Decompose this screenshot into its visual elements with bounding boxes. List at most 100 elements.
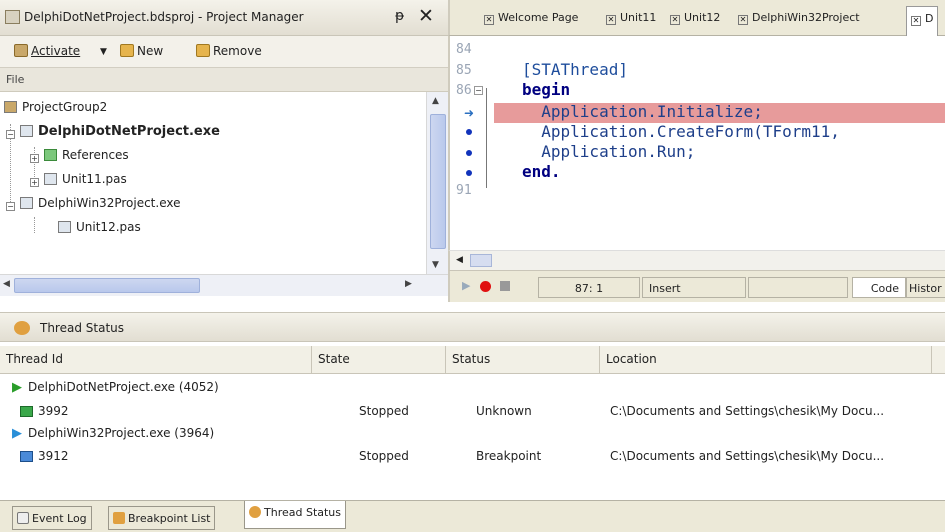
thread-id: 3912 [38, 449, 69, 463]
tree-item-references[interactable]: References [44, 148, 129, 162]
close-tab-icon[interactable]: ✕ [484, 15, 494, 25]
unit-file-icon [44, 173, 57, 185]
tab-event-log[interactable]: Event Log [12, 506, 92, 530]
tree-label: ProjectGroup2 [22, 100, 108, 114]
scrollbar-thumb[interactable] [430, 114, 446, 249]
tab-history[interactable]: Histor [906, 277, 945, 298]
code-line-89: Application.Run; [522, 142, 696, 161]
new-icon [120, 44, 134, 57]
tree-horizontal-scrollbar[interactable]: ◀ ▶ [0, 274, 448, 296]
line-number: 84 [456, 42, 472, 57]
tree-item-unit11[interactable]: Unit11.pas [44, 172, 127, 186]
scroll-down-icon[interactable]: ▼ [432, 260, 439, 270]
close-icon[interactable]: ✕ [418, 5, 434, 27]
code-editor[interactable]: 84 85 86 91 − ➜ [STAThread] begin Applic… [448, 36, 945, 250]
close-tab-icon[interactable]: ✕ [738, 15, 748, 25]
tree-item-projectgroup[interactable]: ProjectGroup2 [4, 100, 107, 114]
thread-status: Breakpoint [476, 449, 542, 463]
thread-location: C:\Documents and Settings\chesik\My Docu… [610, 449, 885, 463]
column-status[interactable]: Status [446, 346, 600, 374]
column-location[interactable]: Location [600, 346, 932, 374]
expand-icon[interactable]: + [30, 178, 39, 187]
process-name: DelphiDotNetProject.exe (4052) [28, 380, 219, 394]
editor-horizontal-scrollbar[interactable]: ◀ [448, 250, 945, 270]
tab-label: DelphiWin32Project [752, 11, 860, 24]
project-manager-toolbar: Activate ▼ New Remove [0, 36, 448, 68]
close-tab-icon[interactable]: ✕ [670, 15, 680, 25]
activate-button[interactable]: Activate [14, 44, 80, 58]
activate-dropdown-icon[interactable]: ▼ [100, 47, 107, 57]
activate-icon [14, 44, 28, 57]
pin-icon[interactable]: ᵽ [395, 8, 404, 24]
tab-unit11[interactable]: ✕ Unit11 [606, 11, 656, 25]
record-icon[interactable] [480, 281, 491, 292]
tree-vertical-scrollbar[interactable]: ▲ ▼ [426, 92, 448, 274]
remove-label: Remove [213, 44, 262, 58]
scroll-left-icon[interactable]: ◀ [456, 255, 463, 265]
file-label: File [6, 73, 25, 86]
collapse-icon[interactable]: − [6, 202, 15, 211]
play-icon[interactable]: ▶ [462, 279, 470, 292]
fold-line [486, 88, 492, 188]
column-state[interactable]: State [312, 346, 446, 374]
thread-status-title: Thread Status [40, 321, 125, 335]
thread-status-titlebar: Thread Status [0, 312, 945, 342]
tree-label: Unit11.pas [62, 172, 127, 186]
tab-label: Event Log [32, 512, 87, 525]
tree-label: References [62, 148, 129, 162]
thread-id: 3992 [38, 404, 69, 418]
thread-icon [20, 406, 33, 417]
tree-item-unit12[interactable]: Unit12.pas [58, 220, 141, 234]
breakpoint-dot-icon[interactable] [466, 129, 472, 135]
tab-code[interactable]: Code [852, 277, 906, 298]
tab-label: Breakpoint List [128, 512, 211, 525]
project-manager-title: DelphiDotNetProject.bdsproj - Project Ma… [24, 10, 304, 24]
tree-item-win32-project[interactable]: DelphiWin32Project.exe [20, 196, 180, 210]
remove-button[interactable]: Remove [196, 44, 262, 58]
table-row[interactable]: 3992 Stopped Unknown C:\Documents and Se… [20, 404, 945, 424]
thread-status: Unknown [476, 404, 532, 418]
event-log-icon [17, 512, 29, 524]
close-tab-icon[interactable]: ✕ [606, 15, 616, 25]
tab-active[interactable]: ✕ D [906, 6, 939, 36]
table-row[interactable]: ▶ DelphiDotNetProject.exe (4052) [12, 380, 219, 395]
scrollbar-thumb[interactable] [14, 278, 200, 293]
file-column-header: File [0, 68, 448, 92]
tree-item-dotnet-project[interactable]: DelphiDotNetProject.exe [20, 124, 220, 139]
expand-icon[interactable]: + [30, 154, 39, 163]
table-row[interactable]: 3912 Stopped Breakpoint C:\Documents and… [20, 449, 945, 469]
thread-state: Stopped [359, 449, 409, 463]
close-tab-icon[interactable]: ✕ [911, 16, 921, 26]
fold-icon[interactable]: − [474, 86, 483, 95]
tree-label: DelphiDotNetProject.exe [38, 124, 220, 139]
unit-file-icon [58, 221, 71, 233]
tab-delphiwin32project[interactable]: ✕ DelphiWin32Project [738, 11, 860, 25]
stop-icon[interactable] [500, 281, 510, 291]
breakpoint-list-icon [113, 512, 125, 524]
table-row[interactable]: ▶ DelphiWin32Project.exe (3964) [12, 426, 214, 441]
scroll-up-icon[interactable]: ▲ [432, 96, 439, 106]
tree-label: Unit12.pas [76, 220, 141, 234]
tab-unit12[interactable]: ✕ Unit12 [670, 11, 720, 25]
tab-label: Welcome Page [498, 11, 579, 24]
scroll-right-icon[interactable]: ▶ [405, 279, 412, 289]
activate-label: Activate [31, 44, 81, 58]
project-manager-titlebar: DelphiDotNetProject.bdsproj - Project Ma… [0, 0, 448, 36]
tab-thread-status[interactable]: Thread Status [244, 501, 347, 529]
scrollbar-thumb[interactable] [470, 254, 492, 267]
new-button[interactable]: New [120, 44, 163, 58]
collapse-icon[interactable]: − [6, 130, 15, 139]
code-line-88: Application.CreateForm(TForm11, [522, 122, 840, 141]
process-arrow-icon: ▶ [12, 426, 22, 441]
tab-label: D [925, 12, 934, 25]
cursor-position: 87: 1 [538, 277, 640, 298]
thread-status-icon [249, 506, 261, 518]
breakpoint-dot-icon[interactable] [466, 150, 472, 156]
column-thread-id[interactable]: Thread Id [0, 346, 312, 374]
tab-welcome-page[interactable]: ✕ Welcome Page [484, 11, 578, 25]
scroll-left-icon[interactable]: ◀ [3, 279, 10, 289]
thread-state: Stopped [359, 404, 409, 418]
breakpoint-dot-icon[interactable] [466, 170, 472, 176]
line-number: 91 [456, 183, 472, 198]
tab-breakpoint-list[interactable]: Breakpoint List [108, 506, 216, 530]
